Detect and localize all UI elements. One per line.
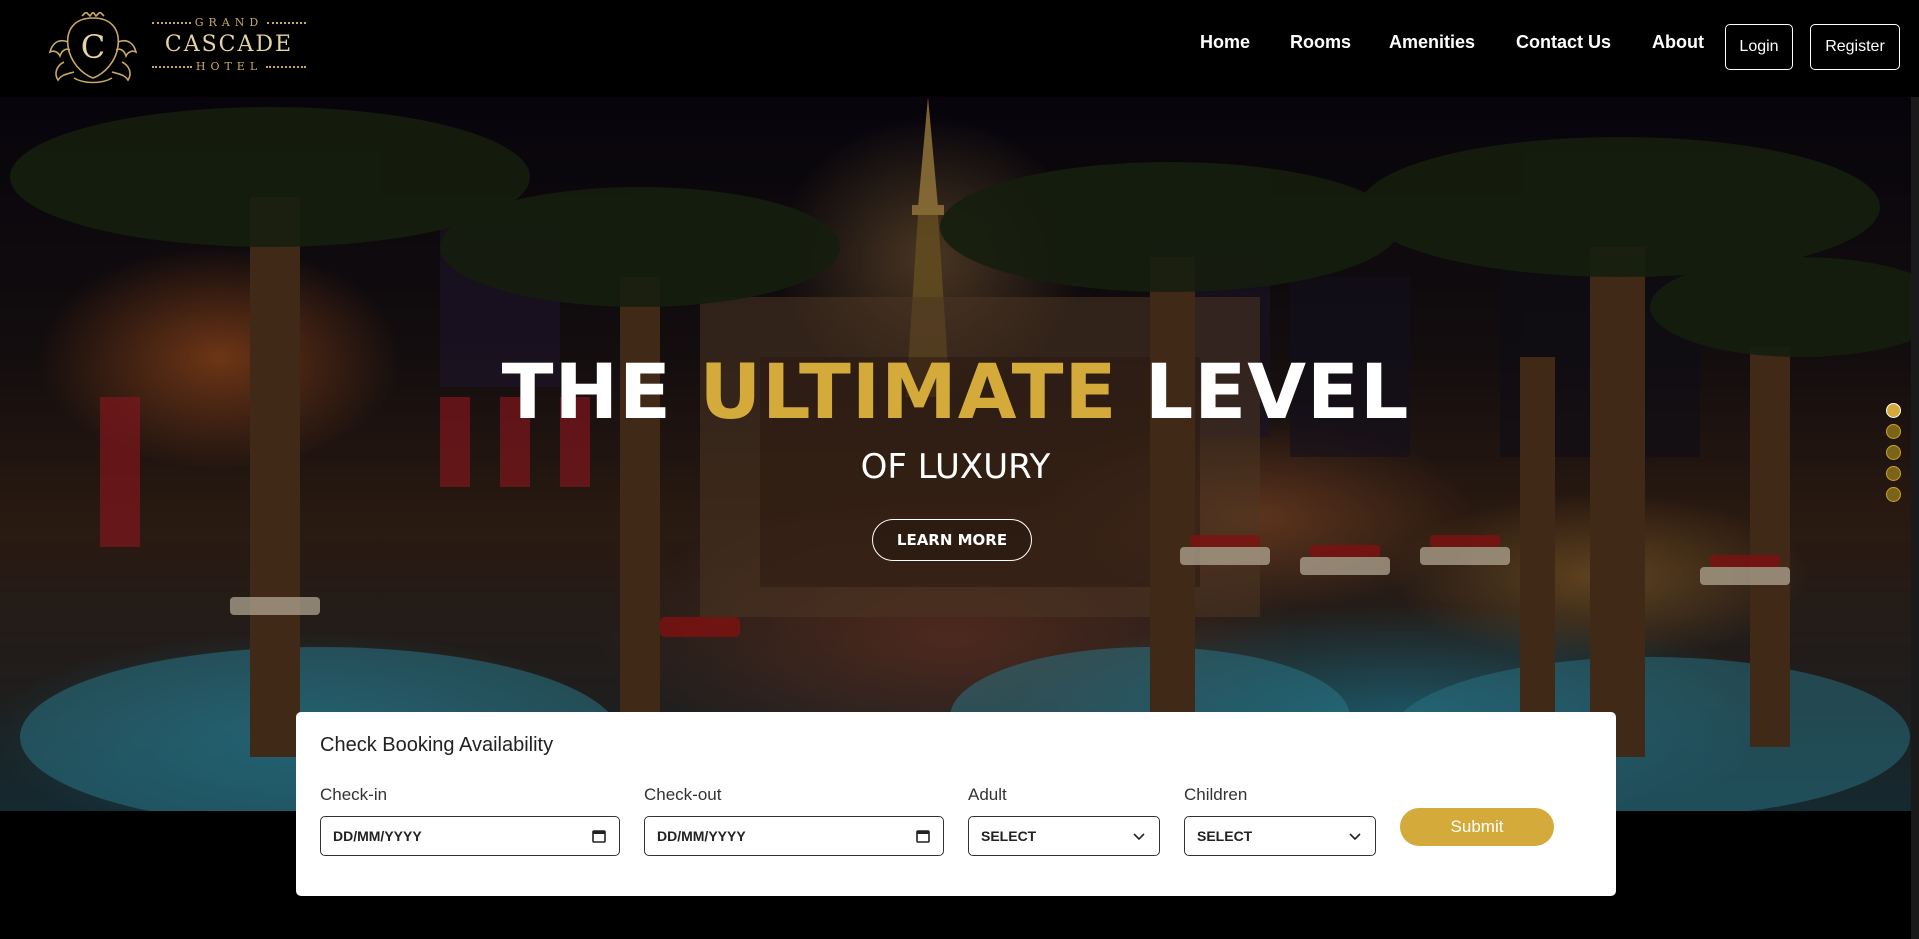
hero-title-part2: LEVEL: [1117, 347, 1410, 436]
checkout-date-input[interactable]: DD/MM/YYYY: [644, 816, 944, 856]
login-button[interactable]: Login: [1725, 24, 1793, 70]
checkout-label: Check-out: [644, 785, 722, 804]
calendar-icon[interactable]: [915, 828, 931, 844]
nav-link-contact-us[interactable]: Contact Us: [1516, 32, 1611, 53]
navbar: C GRAND CASCADE HOTEL Home Rooms Ameniti…: [0, 0, 1919, 97]
slider-dots: [1886, 403, 1902, 508]
hero-title-part1: THE: [501, 347, 700, 436]
booking-title: Check Booking Availability: [320, 734, 554, 756]
chevron-down-icon: [1133, 833, 1145, 841]
learn-more-button[interactable]: LEARN MORE: [872, 519, 1032, 561]
adult-select[interactable]: SELECT: [968, 816, 1160, 856]
nav-link-about[interactable]: About: [1652, 32, 1704, 53]
slide-dot-4[interactable]: [1886, 466, 1901, 481]
adult-value: SELECT: [981, 828, 1037, 844]
hero-title-accent: ULTIMATE: [699, 347, 1118, 436]
checkin-label: Check-in: [320, 785, 388, 804]
children-select[interactable]: SELECT: [1184, 816, 1376, 856]
checkout-value: DD/MM/YYYY: [657, 828, 746, 844]
hero-subtitle: OF LUXURY: [860, 447, 1051, 487]
nav-menu: Home Rooms Amenities Contact Us About Lo…: [0, 0, 1919, 97]
submit-button[interactable]: Submit: [1400, 808, 1554, 846]
slide-dot-3[interactable]: [1886, 445, 1901, 460]
checkin-date-input[interactable]: DD/MM/YYYY: [320, 816, 620, 856]
hero-banner: THE ULTIMATE LEVEL OF LUXURY LEARN MORE: [0, 97, 1911, 811]
nav-link-rooms[interactable]: Rooms: [1290, 32, 1351, 53]
chevron-down-icon: [1349, 833, 1361, 841]
booking-availability-form: Check Booking Availability Check-in DD/M…: [296, 712, 1616, 896]
adult-label: Adult: [968, 785, 1007, 804]
children-label: Children: [1184, 785, 1248, 804]
register-button[interactable]: Register: [1810, 24, 1900, 70]
slide-dot-2[interactable]: [1886, 424, 1901, 439]
page-scrollbar[interactable]: [1911, 0, 1919, 939]
children-value: SELECT: [1197, 828, 1253, 844]
calendar-icon[interactable]: [591, 828, 607, 844]
slide-dot-1[interactable]: [1886, 403, 1901, 418]
checkin-value: DD/MM/YYYY: [333, 828, 422, 844]
nav-link-amenities[interactable]: Amenities: [1389, 32, 1475, 53]
hero-title: THE ULTIMATE LEVEL: [0, 347, 1911, 436]
slide-dot-5[interactable]: [1886, 487, 1901, 502]
nav-link-home[interactable]: Home: [1200, 32, 1250, 53]
